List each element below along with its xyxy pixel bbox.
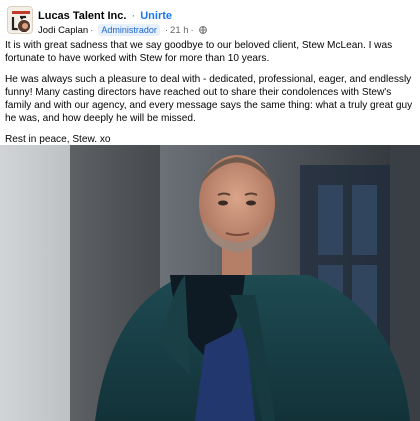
globe-icon <box>198 26 207 34</box>
separator-dot: · <box>131 10 136 22</box>
group-line: Lucas Talent Inc. · Unirte <box>38 10 172 22</box>
post-text: It is with great sadness that we say goo… <box>5 39 415 153</box>
post-paragraph: It is with great sadness that we say goo… <box>5 40 393 65</box>
post-header: Lucas Talent Inc. · Unirte Jodi Caplan ·… <box>0 0 420 40</box>
group-name-link[interactable]: Lucas Talent Inc. <box>38 10 126 22</box>
separator-dot: · <box>90 24 94 36</box>
join-group-link[interactable]: Unirte <box>140 10 172 22</box>
separator-dot: · <box>164 24 169 36</box>
author-line: Jodi Caplan · Administrador · 21 h · <box>38 24 207 36</box>
separator-dot: · <box>190 24 194 36</box>
admin-badge: Administrador <box>98 24 160 36</box>
post-photo[interactable] <box>0 145 420 421</box>
author-name-link[interactable]: Jodi Caplan <box>38 25 88 36</box>
post-paragraph: He was always such a pleasure to deal wi… <box>5 73 413 125</box>
post-timestamp-link[interactable]: 21 h <box>170 25 189 36</box>
user-avatar[interactable] <box>17 19 31 33</box>
